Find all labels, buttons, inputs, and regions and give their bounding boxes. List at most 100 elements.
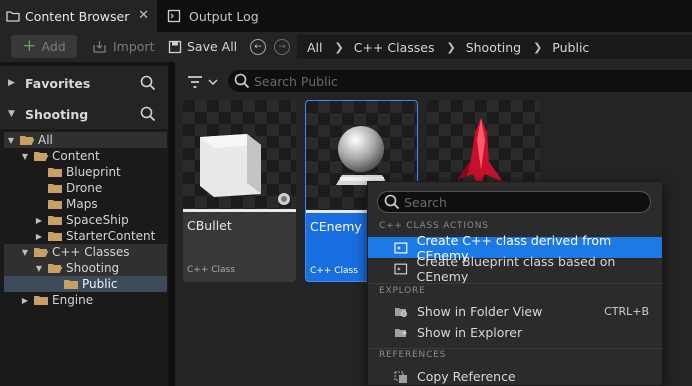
- create-blueprint-based-item[interactable]: Create Blueprint class based on CEnemy: [368, 254, 662, 284]
- context-menu-search-input[interactable]: Search: [377, 191, 651, 213]
- breadcrumb-public[interactable]: Public: [552, 40, 589, 55]
- favorites-section-header[interactable]: ▶ Favorites: [0, 68, 168, 98]
- chevron-right-icon[interactable]: ▶: [20, 296, 30, 305]
- tab-label: Content Browser: [25, 8, 130, 24]
- forward-arrow-icon: →: [278, 42, 286, 52]
- tree-item-label: StarterContent: [66, 229, 156, 243]
- tree-item-label: All: [38, 133, 53, 147]
- chevron-down-icon[interactable]: ▼: [6, 136, 16, 145]
- folder-icon: [64, 280, 78, 289]
- chevron-down-icon[interactable]: ▼: [34, 264, 44, 273]
- show-in-folder-view-item[interactable]: Show in Folder View CTRL+B: [368, 301, 662, 322]
- tree-item-shooting[interactable]: ▼ Shooting: [4, 260, 167, 276]
- copy-icon: [394, 370, 407, 383]
- tree-item-label: C++ Classes: [52, 245, 130, 259]
- tree-item-spaceship[interactable]: ▶ SpaceShip: [4, 212, 167, 228]
- chevron-right-icon[interactable]: ❯: [446, 41, 455, 54]
- menu-item-label: Show in Folder View: [417, 304, 543, 319]
- folder-icon: [48, 216, 62, 225]
- tree-item-c-classes[interactable]: ▼ C++ Classes: [4, 244, 167, 260]
- menu-section-header: C++ CLASS ACTIONS: [379, 221, 489, 231]
- chevron-down-icon[interactable]: ▼: [20, 152, 30, 161]
- blueprint-class-icon: [394, 263, 408, 274]
- show-in-explorer-item[interactable]: Show in Explorer: [368, 322, 662, 343]
- asset-thumbnail: [183, 100, 296, 211]
- asset-name: CEnemy: [310, 219, 362, 234]
- tree-item-startercontent[interactable]: ▶ StarterContent: [4, 228, 167, 244]
- folder-search-icon: [395, 307, 407, 317]
- copy-reference-item[interactable]: Copy Reference: [368, 366, 662, 386]
- tree-item-drone[interactable]: Drone: [4, 180, 167, 196]
- menu-item-label: Create Blueprint class based on CEnemy: [416, 253, 616, 284]
- menu-section-header: EXPLORE: [379, 286, 426, 296]
- favorites-label: Favorites: [25, 75, 91, 91]
- content-browser-toolbar: + Add Import Save All ← → All ❯ C++ Clas…: [0, 32, 692, 62]
- breadcrumb: All ❯ C++ Classes ❯ Shooting ❯ Public: [297, 35, 692, 59]
- back-arrow-icon: ←: [254, 42, 262, 52]
- folder-icon: [48, 168, 62, 177]
- menu-item-label: Show in Explorer: [417, 325, 523, 340]
- tree-item-blueprint[interactable]: Blueprint: [4, 164, 167, 180]
- search-icon[interactable]: [140, 75, 156, 91]
- log-icon: [167, 9, 181, 23]
- add-label: Add: [41, 39, 66, 54]
- project-label: Shooting: [25, 106, 89, 122]
- folder-open-icon: [34, 248, 49, 257]
- panel-splitter[interactable]: [168, 62, 175, 386]
- save-all-button[interactable]: Save All: [168, 35, 237, 58]
- tab-content-browser[interactable]: Content Browser ✕: [0, 0, 157, 32]
- chevron-right-icon[interactable]: ▶: [34, 232, 44, 241]
- folder-open-icon: [20, 136, 35, 145]
- folder-icon: [48, 184, 62, 193]
- cpp-class-icon: [394, 242, 408, 253]
- folder-open-icon: [34, 152, 49, 161]
- menu-section-header: REFERENCES: [379, 350, 447, 360]
- back-button[interactable]: ←: [250, 39, 266, 55]
- class-badge-icon: [278, 193, 290, 205]
- project-section-header[interactable]: ▼ Shooting: [0, 99, 168, 129]
- chevron-right-icon[interactable]: ❯: [335, 41, 344, 54]
- chevron-down-icon[interactable]: ▼: [20, 248, 30, 257]
- search-icon[interactable]: [140, 106, 156, 122]
- shortcut-label: CTRL+B: [604, 305, 649, 318]
- plus-icon: +: [22, 36, 37, 56]
- import-button[interactable]: Import: [92, 35, 155, 58]
- chevron-down-icon: [208, 79, 218, 86]
- folder-open-icon: [48, 264, 63, 273]
- menu-separator: [368, 283, 662, 284]
- search-icon: [234, 73, 250, 89]
- asset-type: C++ Class: [187, 265, 235, 275]
- tree-item-maps[interactable]: Maps: [4, 196, 167, 212]
- chevron-right-icon[interactable]: ▶: [34, 216, 44, 225]
- tree-item-label: Drone: [66, 181, 103, 195]
- breadcrumb-cpp-classes[interactable]: C++ Classes: [354, 40, 435, 55]
- import-label: Import: [113, 39, 155, 54]
- tree-item-public[interactable]: Public: [4, 276, 167, 292]
- menu-item-label: Copy Reference: [417, 369, 516, 384]
- tab-output-log[interactable]: Output Log: [157, 0, 317, 32]
- filter-button[interactable]: [187, 73, 221, 91]
- chevron-down-icon[interactable]: ▼: [8, 109, 18, 119]
- chevron-right-icon[interactable]: ❯: [533, 41, 542, 54]
- search-placeholder: Search Public: [254, 73, 338, 89]
- add-button[interactable]: + Add: [11, 35, 77, 58]
- tree-item-content[interactable]: ▼ Content: [4, 148, 167, 164]
- save-icon: [168, 40, 182, 53]
- asset-type-bar: [183, 209, 296, 212]
- folder-icon: [48, 232, 62, 241]
- close-icon[interactable]: ✕: [138, 8, 149, 23]
- forward-button[interactable]: →: [274, 39, 290, 55]
- breadcrumb-all[interactable]: All: [307, 40, 323, 55]
- menu-separator: [368, 348, 662, 349]
- tree-item-label: Shooting: [66, 261, 120, 275]
- chevron-right-icon[interactable]: ▶: [8, 78, 18, 88]
- search-icon: [384, 194, 400, 210]
- breadcrumb-shooting[interactable]: Shooting: [466, 40, 521, 55]
- folder-icon: [34, 296, 48, 305]
- tree-item-engine[interactable]: ▶ Engine: [4, 292, 167, 308]
- tree-item-all[interactable]: ▼ All: [4, 132, 167, 148]
- folder-icon: [48, 200, 62, 209]
- asset-tile-cbullet[interactable]: CBullet C++ Class: [183, 100, 296, 282]
- asset-search-input[interactable]: Search Public: [228, 70, 692, 92]
- filter-icon: [188, 76, 202, 88]
